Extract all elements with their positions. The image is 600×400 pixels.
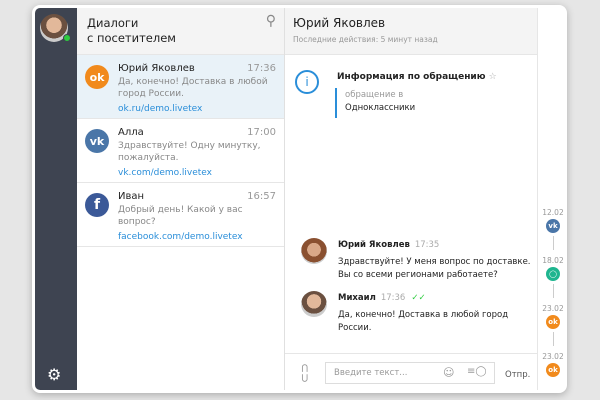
dialog-preview: Да, конечно! Доставка в любой город Росс… — [118, 77, 268, 99]
odnoklassniki-icon: ok — [546, 315, 560, 329]
timeline-item[interactable]: 23.02 ok — [538, 352, 564, 377]
chat-bubble-icon: ◯ — [546, 267, 560, 281]
vk-icon: vk — [546, 219, 560, 233]
dialog-list-header: Диалоги с посетителем ⚲ — [77, 8, 284, 55]
message-author: Михаил — [338, 293, 376, 303]
info-bar — [335, 88, 337, 118]
odnoklassniki-icon: ok — [546, 363, 560, 377]
dialog-list: Диалоги с посетителем ⚲ ok Юрий Яковлев … — [77, 8, 285, 390]
read-check-icon: ✓✓ — [411, 293, 426, 303]
dialog-item[interactable]: ok Юрий Яковлев 17:36 Да, конечно! Доста… — [77, 55, 284, 119]
info-label: обращение в — [345, 90, 404, 100]
timeline-date: 18.02 — [542, 256, 564, 265]
gear-icon[interactable]: ⚙ — [47, 365, 61, 384]
chat-header: Юрий Яковлев Последние действия: 5 минут… — [285, 8, 537, 55]
dialog-time: 17:36 — [247, 63, 276, 74]
dialog-preview: Добрый день! Какой у вас вопрос? — [118, 205, 243, 227]
timeline-item[interactable]: 23.02 ok — [538, 304, 564, 346]
app-window: ⚙ Диалоги с посетителем ⚲ ok Юрий Яковле… — [32, 5, 567, 393]
message-text: Да, конечно! Доставка в любой город Росс… — [338, 310, 509, 333]
send-button[interactable]: Отпр. — [505, 370, 530, 380]
message-time: 17:36 — [380, 293, 406, 303]
timeline-date: 12.02 — [542, 208, 564, 217]
input-bar: ⊂⊃ Введите текст... ☺ ≡◯ Отпр. — [285, 353, 537, 390]
history-timeline: 12.02 vk 18.02 ◯ 23.02 ok 23.02 ok — [537, 8, 564, 390]
visitor-avatar — [301, 238, 327, 264]
pin-icon[interactable]: ☆ — [489, 72, 497, 82]
dialog-link[interactable]: vk.com/demo.livetex — [118, 168, 276, 178]
chat-title: Юрий Яковлев — [293, 16, 386, 30]
message-author: Юрий Яковлев — [338, 240, 410, 250]
dialog-item[interactable]: vk Алла 17:00 Здравствуйте! Одну минутку… — [77, 119, 284, 183]
timeline-item[interactable]: 18.02 ◯ — [538, 256, 564, 298]
vk-icon: vk — [85, 129, 109, 153]
emoji-icon[interactable]: ☺ — [443, 366, 454, 379]
timeline-date: 23.02 — [542, 304, 564, 313]
timeline-item[interactable]: 12.02 vk — [538, 208, 564, 250]
templates-icon[interactable]: ≡◯ — [467, 366, 487, 377]
chat-panel: Юрий Яковлев Последние действия: 5 минут… — [285, 8, 537, 390]
info-title: Информация по обращению — [337, 72, 486, 82]
dialog-item[interactable]: f Иван 16:57 Добрый день! Какой у вас во… — [77, 183, 284, 247]
online-status-dot — [63, 34, 71, 42]
list-title-line2: с посетителем — [87, 31, 176, 45]
timeline-line — [552, 332, 554, 346]
operator-avatar — [301, 291, 327, 317]
facebook-icon: f — [85, 193, 109, 217]
info-value: Одноклассники — [345, 103, 416, 113]
sidebar: ⚙ — [35, 8, 77, 390]
timeline-date: 23.02 — [542, 352, 564, 361]
chat-subtitle: Последние действия: 5 минут назад — [293, 35, 438, 44]
message-text: Здравствуйте! У меня вопрос по доставке.… — [338, 257, 531, 280]
list-title-line1: Диалоги — [87, 16, 139, 30]
odnoklassniki-icon: ok — [85, 65, 109, 89]
paperclip-icon[interactable]: ⊂⊃ — [298, 363, 312, 383]
timeline-line — [552, 236, 554, 250]
message-time: 17:35 — [414, 240, 440, 250]
dialog-link[interactable]: ok.ru/demo.livetex — [118, 104, 276, 114]
timeline-line — [552, 284, 554, 298]
dialog-link[interactable]: facebook.com/demo.livetex — [118, 232, 276, 242]
dialog-time: 16:57 — [247, 191, 276, 202]
dialog-time: 17:00 — [247, 127, 276, 138]
dialog-preview: Здравствуйте! Одну минутку, пожалуйста. — [118, 141, 261, 163]
search-icon[interactable]: ⚲ — [266, 14, 276, 29]
info-icon: i — [295, 70, 319, 94]
